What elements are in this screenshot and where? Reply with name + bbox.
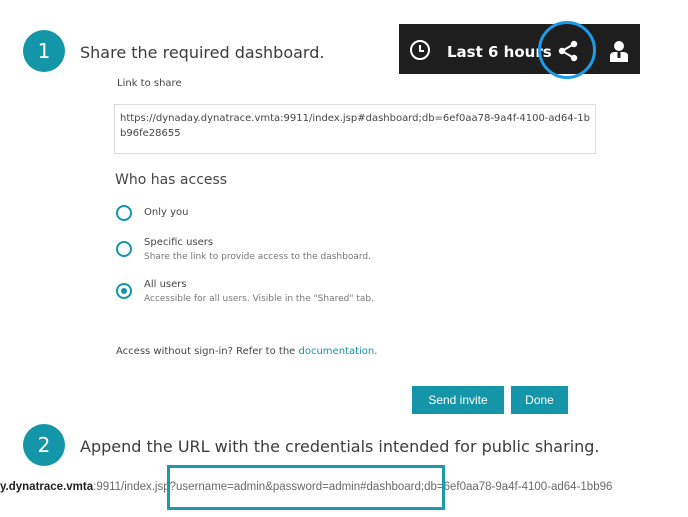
radio-all-users-label[interactable]: All users xyxy=(144,279,187,290)
step-2-badge: 2 xyxy=(23,424,65,466)
user-icon[interactable] xyxy=(610,40,628,62)
step-1-number: 1 xyxy=(37,39,51,63)
credentials-highlight xyxy=(167,465,445,510)
signin-note: Access without sign-in? Refer to the doc… xyxy=(116,346,377,357)
radio-specific-users-label[interactable]: Specific users xyxy=(144,237,213,248)
signin-note-text: Access without sign-in? Refer to the xyxy=(116,346,299,357)
share-link-value[interactable]: https://dynaday.dynatrace.vmta:9911/inde… xyxy=(120,111,590,141)
share-icon[interactable] xyxy=(557,40,579,62)
who-has-access-heading: Who has access xyxy=(115,172,228,188)
radio-specific-users-description: Share the link to provide access to the … xyxy=(144,252,371,262)
radio-only-you-label[interactable]: Only you xyxy=(144,207,188,218)
link-to-share-label: Link to share xyxy=(117,78,182,89)
send-invite-button[interactable]: Send invite xyxy=(412,386,504,414)
radio-all-users[interactable] xyxy=(116,283,132,299)
timeframe-selector[interactable]: Last 6 hours xyxy=(447,43,552,61)
step-1-instruction: Share the required dashboard. xyxy=(80,43,325,62)
clock-icon xyxy=(410,40,430,60)
example-url-host: y.dynatrace.vmta xyxy=(0,481,94,493)
done-button[interactable]: Done xyxy=(511,386,568,414)
step-1-badge: 1 xyxy=(23,30,65,72)
step-2-instruction: Append the URL with the credentials inte… xyxy=(80,437,600,456)
step-2-number: 2 xyxy=(37,433,51,457)
signin-note-end: . xyxy=(374,346,378,357)
documentation-link[interactable]: documentation xyxy=(299,346,375,357)
radio-specific-users[interactable] xyxy=(116,241,132,257)
radio-only-you[interactable] xyxy=(116,205,132,221)
radio-all-users-description: Accessible for all users. Visible in the… xyxy=(144,294,374,304)
